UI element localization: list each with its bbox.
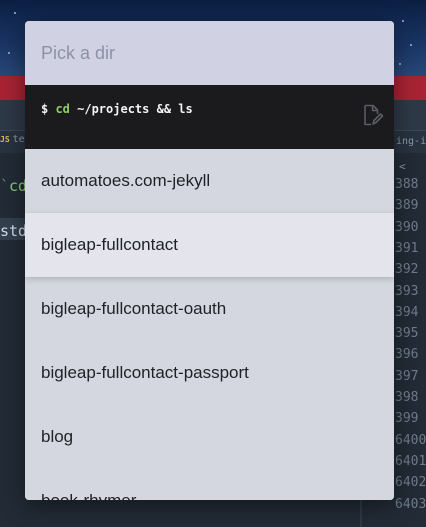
editor-code-line: `cd bbox=[0, 177, 27, 195]
line-number: 6402 bbox=[395, 475, 426, 491]
dir-list-item[interactable]: bigleap-fullcontact-passport bbox=[25, 341, 394, 405]
line-number: 393 bbox=[395, 283, 419, 299]
dir-name: bigleap-fullcontact bbox=[41, 235, 179, 254]
line-number: 388 bbox=[395, 177, 419, 192]
editor-tab-left-label: te bbox=[12, 134, 25, 145]
line-number: 6401 bbox=[395, 453, 426, 469]
dir-list-item[interactable]: automatoes.com-jekyll bbox=[25, 149, 394, 213]
dir-name: bigleap-fullcontact-oauth bbox=[41, 299, 227, 318]
dir-list-item[interactable]: blog bbox=[25, 405, 394, 469]
line-number: 6403 bbox=[395, 496, 426, 512]
line-number: 397 bbox=[395, 368, 419, 384]
js-file-icon: JS bbox=[0, 135, 10, 144]
dir-name: bigleap-fullcontact-passport bbox=[41, 363, 249, 382]
dir-name: blog bbox=[41, 427, 74, 446]
dir-picker-popup: $ cd ~/projects && ls automatoes.com-jek… bbox=[25, 21, 394, 500]
line-number: 392 bbox=[395, 262, 419, 278]
editor-tab-right[interactable]: ing-in bbox=[396, 136, 426, 147]
dir-name: automatoes.com-jekyll bbox=[41, 171, 211, 190]
line-number: 6400 bbox=[395, 432, 426, 448]
line-number: 391 bbox=[395, 240, 419, 256]
line-number: 396 bbox=[395, 347, 419, 363]
line-number: 398 bbox=[395, 390, 419, 405]
line-number: 394 bbox=[395, 304, 419, 320]
code-backtick: ` bbox=[0, 177, 10, 195]
line-number: 390 bbox=[395, 219, 419, 235]
edit-document-icon[interactable] bbox=[360, 103, 384, 127]
dir-list-item-selected[interactable]: bigleap-fullcontact bbox=[25, 213, 394, 277]
dir-list: automatoes.com-jekyll bigleap-fullcontact… bbox=[25, 149, 394, 500]
line-number: 399 bbox=[395, 411, 419, 427]
dir-name: book-rhymer bbox=[41, 491, 136, 500]
command-text: $ cd ~/projects && ls bbox=[41, 102, 193, 116]
chevron-left-icon[interactable]: < bbox=[399, 160, 406, 173]
command-preview: $ cd ~/projects && ls bbox=[25, 85, 394, 149]
shell-prompt: $ bbox=[41, 102, 56, 116]
line-number: 389 bbox=[395, 198, 419, 214]
dir-list-item[interactable]: bigleap-fullcontact-oauth bbox=[25, 277, 394, 341]
command-args: ~/projects && ls bbox=[69, 102, 193, 116]
dir-list-item[interactable]: book-rhymer bbox=[25, 469, 394, 500]
dir-search-input[interactable] bbox=[25, 21, 394, 85]
line-number: 395 bbox=[395, 326, 419, 342]
editor-tab-left[interactable]: JS te bbox=[0, 134, 25, 145]
command-name: cd bbox=[55, 102, 70, 116]
editor-code-line: std bbox=[0, 222, 28, 240]
